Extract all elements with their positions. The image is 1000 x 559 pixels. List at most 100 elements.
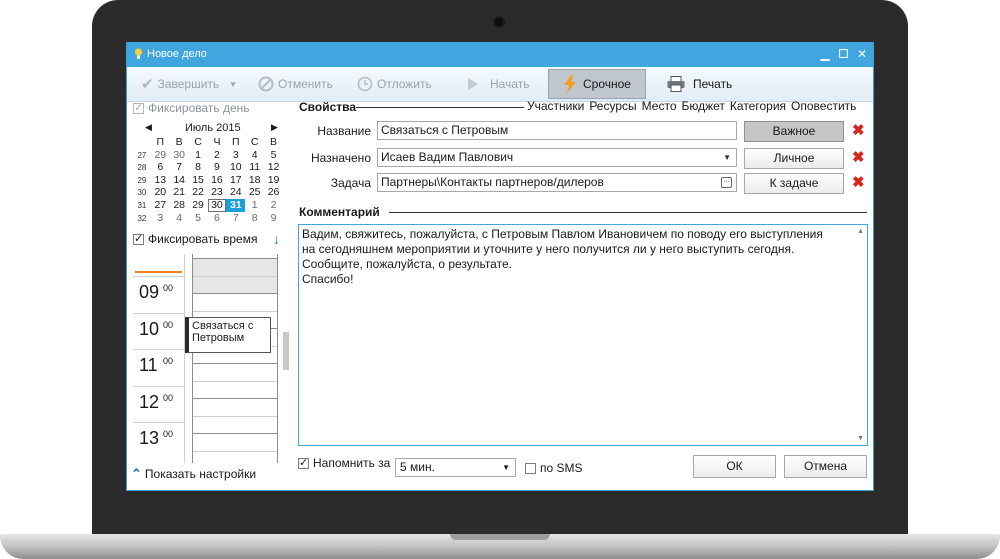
calendar-day[interactable]: 12 — [264, 161, 283, 174]
chevron-down-icon[interactable]: ▼ — [229, 80, 237, 89]
start-button[interactable]: Начать — [466, 74, 530, 94]
calendar-day[interactable]: 17 — [226, 174, 245, 187]
schedule-scroll-thumb[interactable] — [283, 332, 289, 370]
personal-button[interactable]: Личное — [744, 148, 844, 169]
clear-assigned-icon[interactable]: ✖ — [852, 150, 865, 165]
calendar-day[interactable]: 16 — [208, 174, 227, 187]
calendar-day[interactable]: 9 — [264, 212, 283, 225]
calendar-day[interactable]: 10 — [226, 161, 245, 174]
print-button[interactable]: Печать — [667, 74, 732, 94]
postpone-button[interactable]: Отложить — [357, 74, 432, 94]
time-slot[interactable] — [193, 398, 277, 416]
scroll-up-icon[interactable]: ▲ — [857, 228, 864, 235]
next-month-icon[interactable]: ▶ — [271, 122, 278, 133]
remind-checkbox[interactable]: Напомнить за — [298, 456, 390, 470]
calendar-day[interactable]: 7 — [170, 161, 189, 174]
maximize-button[interactable] — [835, 46, 851, 62]
comment-textarea[interactable]: Вадим, свяжитесь, пожалуйста, с Петровым… — [298, 224, 868, 446]
ellipsis-icon[interactable]: … — [721, 177, 732, 188]
urgent-button[interactable]: Срочное — [548, 69, 646, 99]
time-slot[interactable] — [193, 258, 277, 276]
calendar-day[interactable]: 28 — [170, 199, 189, 212]
fix-time-checkbox[interactable]: Фиксировать время ↓ — [133, 231, 283, 247]
chevron-down-icon[interactable]: ▼ — [502, 463, 510, 472]
calendar-day[interactable]: 18 — [245, 174, 264, 187]
calendar-day[interactable]: 5 — [189, 212, 208, 225]
calendar-day[interactable]: 6 — [208, 212, 227, 225]
sms-check[interactable] — [525, 462, 536, 474]
fix-day-check[interactable] — [133, 101, 144, 114]
calendar-day[interactable]: 1 — [189, 149, 208, 162]
schedule-scrollbar[interactable] — [283, 254, 289, 463]
time-slot[interactable] — [193, 293, 277, 311]
complete-button[interactable]: ✔ Завершить ▼ — [141, 74, 237, 94]
show-settings-link[interactable]: ⌃ Показать настройки — [131, 466, 256, 482]
time-slots[interactable] — [192, 254, 278, 463]
minimize-button[interactable]: ▁ — [817, 46, 833, 62]
calendar-day[interactable]: 13 — [151, 174, 170, 187]
important-button[interactable]: Важное — [744, 121, 844, 142]
time-slot[interactable] — [193, 380, 277, 399]
time-slot[interactable] — [193, 363, 277, 381]
calendar-day[interactable]: 29 — [189, 199, 208, 212]
to-task-button[interactable]: К задаче — [744, 173, 844, 194]
time-slot[interactable] — [193, 433, 277, 451]
calendar-day[interactable]: 4 — [170, 212, 189, 225]
fix-day-checkbox[interactable]: Фиксировать день — [133, 101, 250, 115]
calendar-day[interactable]: 27 — [151, 199, 170, 212]
sms-checkbox[interactable]: по SMS — [525, 461, 583, 475]
name-field[interactable]: Связаться с Петровым — [377, 121, 737, 140]
calendar-day[interactable]: 30 — [170, 149, 189, 162]
task-field[interactable]: Партнеры\Контакты партнеров/дилеров … — [377, 173, 737, 192]
calendar-day[interactable]: 14 — [170, 174, 189, 187]
tab-resources[interactable]: Ресурсы — [589, 99, 636, 113]
clear-name-icon[interactable]: ✖ — [852, 123, 865, 138]
calendar-day[interactable]: 22 — [189, 186, 208, 199]
calendar-day[interactable]: 3 — [151, 212, 170, 225]
tab-budget[interactable]: Бюджет — [682, 99, 725, 113]
calendar-day[interactable]: 31 — [226, 198, 246, 212]
calendar-day[interactable]: 24 — [226, 186, 245, 199]
tab-notify[interactable]: Оповестить — [791, 99, 856, 113]
schedule-event[interactable]: Связаться с Петровым — [185, 317, 271, 353]
ok-button[interactable]: ОК — [693, 455, 776, 478]
time-slot[interactable] — [193, 275, 277, 294]
cancel-task-button[interactable]: Отменить — [258, 74, 333, 94]
remind-check[interactable] — [298, 456, 309, 469]
tab-category[interactable]: Категория — [730, 99, 786, 113]
time-slot[interactable] — [193, 450, 277, 464]
calendar-day[interactable]: 8 — [189, 161, 208, 174]
calendar-day[interactable]: 19 — [264, 174, 283, 187]
time-slot[interactable] — [193, 415, 277, 434]
calendar-day[interactable]: 4 — [245, 149, 264, 162]
assigned-field[interactable]: Исаев Вадим Павлович ▼ — [377, 148, 737, 167]
calendar-day[interactable]: 26 — [264, 186, 283, 199]
calendar-day[interactable]: 20 — [151, 186, 170, 199]
calendar-day[interactable]: 1 — [245, 199, 264, 212]
calendar-day[interactable]: 30 — [207, 198, 227, 212]
calendar-day[interactable]: 2 — [264, 199, 283, 212]
calendar-day[interactable]: 11 — [245, 161, 264, 174]
clear-task-icon[interactable]: ✖ — [852, 175, 865, 190]
arrow-down-icon[interactable]: ↓ — [273, 231, 280, 247]
calendar-day[interactable]: 29 — [151, 149, 170, 162]
calendar-day[interactable]: 2 — [208, 149, 227, 162]
close-button[interactable]: ✕ — [854, 46, 870, 62]
tab-place[interactable]: Место — [642, 99, 677, 113]
calendar-day[interactable]: 6 — [151, 161, 170, 174]
prev-month-icon[interactable]: ◀ — [145, 122, 152, 133]
calendar-day[interactable]: 3 — [226, 149, 245, 162]
remind-select[interactable]: 5 мин. ▼ — [395, 458, 516, 477]
tab-participants[interactable]: Участники — [527, 99, 584, 113]
chevron-down-icon[interactable]: ▼ — [723, 153, 731, 162]
fix-time-check[interactable] — [133, 232, 144, 245]
calendar-day[interactable]: 8 — [245, 212, 264, 225]
calendar-day[interactable]: 25 — [245, 186, 264, 199]
scroll-down-icon[interactable]: ▼ — [857, 435, 864, 442]
calendar-day[interactable]: 23 — [208, 186, 227, 199]
calendar-day[interactable]: 5 — [264, 149, 283, 162]
calendar-day[interactable]: 9 — [208, 161, 227, 174]
calendar-day[interactable]: 21 — [170, 186, 189, 199]
cancel-button[interactable]: Отмена — [784, 455, 867, 478]
calendar-day[interactable]: 15 — [189, 174, 208, 187]
